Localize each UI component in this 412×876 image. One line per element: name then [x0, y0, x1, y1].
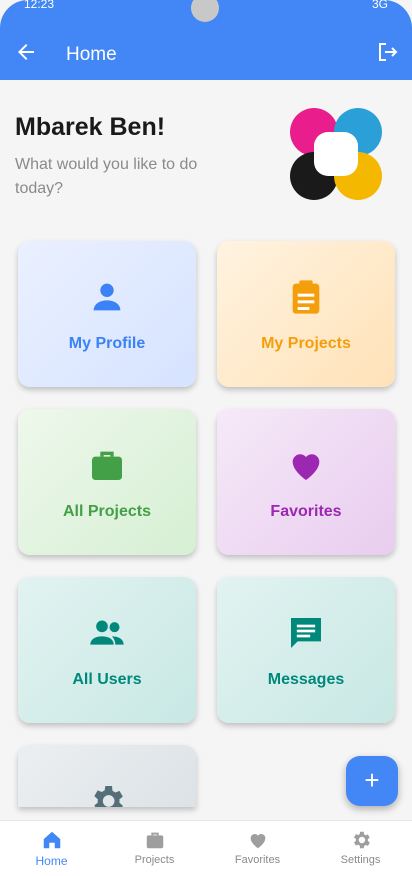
- page-title: Home: [66, 44, 117, 65]
- greeting-name: Mbarek Ben!: [15, 113, 166, 141]
- card-favorites[interactable]: Favorites: [217, 409, 395, 555]
- clipboard-icon: [286, 277, 326, 317]
- status-time: 12:23: [24, 0, 55, 11]
- card-my-profile[interactable]: My Profile: [18, 241, 196, 387]
- status-network: 3G: [371, 0, 388, 11]
- nav-item-home[interactable]: Home: [0, 821, 103, 876]
- greeting-subtitle: What would you like to do today?: [15, 156, 198, 197]
- people-icon: [87, 613, 127, 653]
- card-label: Messages: [267, 671, 345, 688]
- nav-label: Projects: [134, 854, 175, 866]
- nav-label: Favorites: [234, 854, 281, 866]
- nav-label: Settings: [340, 854, 381, 866]
- card-messages[interactable]: Messages: [217, 577, 395, 723]
- add-button[interactable]: +: [346, 756, 398, 806]
- nav-item-favorites[interactable]: Favorites: [206, 821, 309, 876]
- camera-cutout: [191, 0, 219, 22]
- card-settings[interactable]: [18, 745, 196, 807]
- app-bar: 12:23 3G Home: [0, 0, 412, 80]
- person-icon: [87, 277, 127, 317]
- bottom-navigation: Home Projects Favorites Settings: [0, 820, 412, 876]
- arrow-left-icon[interactable]: [14, 40, 38, 64]
- app-logo: [288, 106, 384, 202]
- card-label: My Projects: [261, 335, 351, 352]
- card-label: Favorites: [270, 503, 342, 520]
- card-all-users[interactable]: All Users: [18, 577, 196, 723]
- nav-label: Home: [35, 854, 68, 868]
- briefcase-icon: [87, 445, 127, 485]
- nav-item-settings[interactable]: Settings: [309, 821, 412, 876]
- settings-icon: [87, 781, 127, 807]
- card-label: All Projects: [62, 503, 152, 520]
- home-icon: [41, 829, 63, 851]
- card-my-projects[interactable]: My Projects: [217, 241, 395, 387]
- logout-icon[interactable]: [376, 40, 400, 64]
- briefcase-icon: [144, 829, 166, 851]
- card-label: My Profile: [68, 335, 146, 352]
- message-icon: [286, 613, 326, 653]
- settings-icon: [350, 829, 372, 851]
- nav-item-projects[interactable]: Projects: [103, 821, 206, 876]
- card-label: All Users: [72, 671, 142, 688]
- heart-icon: [286, 445, 326, 485]
- heart-icon: [247, 829, 269, 851]
- card-all-projects[interactable]: All Projects: [18, 409, 196, 555]
